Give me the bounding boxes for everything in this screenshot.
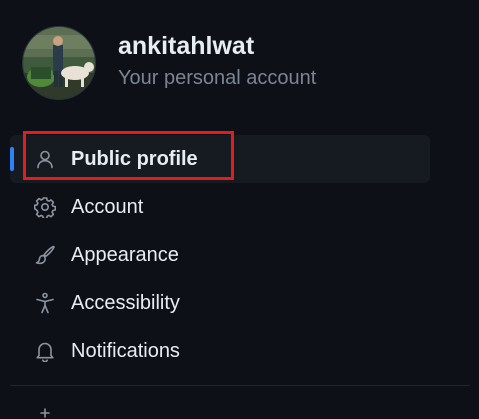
nav-item-accessibility[interactable]: Accessibility [10, 279, 430, 327]
person-icon [33, 147, 57, 171]
account-type-label: Your personal account [118, 67, 317, 89]
partial-icon [33, 406, 57, 419]
nav-item-public-profile[interactable]: Public profile [10, 135, 430, 183]
settings-nav: Public profile Account Appearance Access… [10, 135, 430, 375]
nav-item-label: Appearance [71, 244, 179, 266]
nav-item-notifications[interactable]: Notifications [10, 327, 430, 375]
account-header: ankitahlwat Your personal account [22, 26, 316, 100]
settings-sidebar: ankitahlwat Your personal account Public… [0, 0, 479, 419]
nav-item-label: Notifications [71, 340, 180, 362]
nav-item-label: Accessibility [71, 292, 180, 314]
nav-item-appearance[interactable]: Appearance [10, 231, 430, 279]
avatar[interactable] [22, 26, 96, 100]
username[interactable]: ankitahlwat [118, 31, 316, 61]
nav-item-label: Account [71, 196, 144, 218]
bell-icon [33, 339, 57, 363]
paintbrush-icon [33, 243, 57, 267]
nav-item-label: Public profile [71, 148, 198, 170]
account-identity: ankitahlwat Your personal account [118, 32, 317, 91]
nav-item-account[interactable]: Account [10, 183, 430, 231]
accessibility-icon [33, 291, 57, 315]
nav-divider [10, 385, 470, 386]
gear-icon [33, 195, 57, 219]
